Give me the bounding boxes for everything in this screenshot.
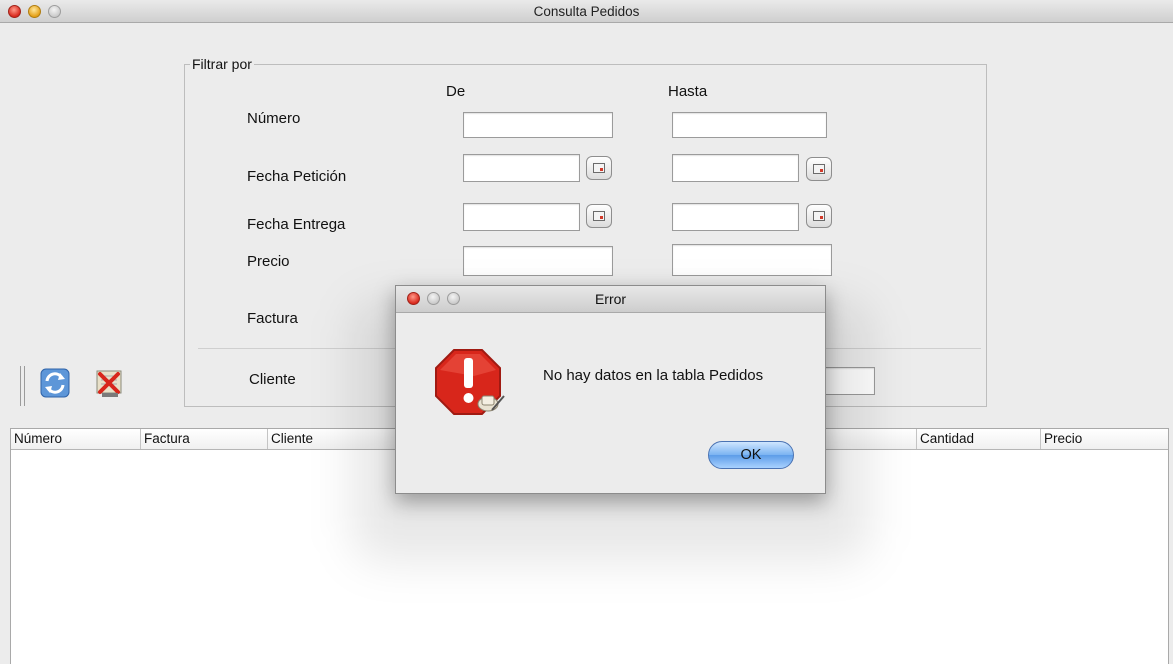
calendar-icon: [813, 211, 825, 221]
refresh-icon: [40, 368, 70, 398]
precio-label: Precio: [247, 253, 290, 270]
fecha-entrega-label: Fecha Entrega: [247, 216, 346, 233]
window-title-bar: Consulta Pedidos: [0, 0, 1173, 23]
column-header-factura[interactable]: Factura: [141, 429, 268, 449]
calendar-icon: [593, 163, 605, 173]
fecha-peticion-to-calendar-button[interactable]: [806, 157, 832, 181]
precio-from-field[interactable]: [463, 246, 613, 276]
dialog-title-bar: Error: [396, 286, 825, 313]
error-dialog: Error No hay datos en la tabla Pedidos O…: [395, 285, 826, 494]
fecha-entrega-from-calendar-button[interactable]: [586, 204, 612, 228]
refresh-button[interactable]: [38, 366, 72, 400]
column-header-cantidad[interactable]: Cantidad: [917, 429, 1041, 449]
dialog-title: Error: [594, 291, 627, 307]
numero-label: Número: [247, 110, 301, 127]
filter-group-legend: Filtrar por: [190, 56, 254, 72]
error-stop-icon: [435, 349, 505, 415]
fecha-entrega-to-field[interactable]: [672, 203, 799, 231]
column-header-numero[interactable]: Número: [11, 429, 141, 449]
to-column-label: Hasta: [668, 83, 708, 100]
fecha-peticion-from-field[interactable]: [463, 154, 580, 182]
clear-filter-button[interactable]: [92, 366, 126, 400]
numero-to-field[interactable]: [672, 112, 827, 138]
column-header-precio[interactable]: Precio: [1041, 429, 1168, 449]
fecha-peticion-label: Fecha Petición: [247, 168, 347, 185]
fecha-entrega-to-calendar-button[interactable]: [806, 204, 832, 228]
clear-filter-icon: [96, 370, 122, 397]
calendar-icon: [593, 211, 605, 221]
toolbar-grip[interactable]: [20, 366, 25, 406]
calendar-icon: [813, 164, 825, 174]
ok-button[interactable]: OK: [708, 441, 794, 469]
dialog-message: No hay datos en la tabla Pedidos: [543, 367, 764, 384]
fecha-entrega-from-field[interactable]: [463, 203, 580, 231]
numero-from-field[interactable]: [463, 112, 613, 138]
precio-to-field[interactable]: [672, 244, 832, 276]
cliente-label: Cliente: [249, 371, 296, 388]
fecha-peticion-to-field[interactable]: [672, 154, 799, 182]
from-column-label: De: [446, 83, 466, 100]
factura-label: Factura: [247, 310, 298, 327]
window-title: Consulta Pedidos: [533, 4, 640, 19]
fecha-peticion-from-calendar-button[interactable]: [586, 156, 612, 180]
